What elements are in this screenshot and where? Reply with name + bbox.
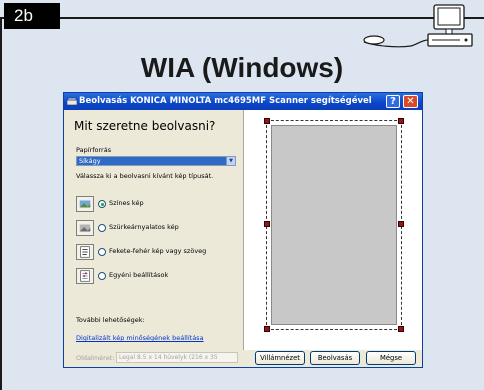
crop-handle[interactable] [264, 221, 270, 227]
custom-settings-label: Egyéni beállítások [109, 271, 169, 279]
page-heading: WIA (Windows) [140, 52, 344, 83]
picture-type-option[interactable]: Egyéni beállítások [76, 268, 236, 284]
bw-text-label: Fekete-fehér kép vagy szöveg [109, 247, 207, 255]
dialog-footer: Oldalméret: Legal 8.5 x 14 hüvelyk (216 … [64, 350, 422, 368]
crop-handle[interactable] [398, 221, 404, 227]
picture-type-option[interactable]: Színes kép [76, 196, 236, 212]
dialog-titlebar[interactable]: Beolvasás KONICA MINOLTA mc4695MF Scanne… [64, 93, 422, 110]
help-button[interactable]: ? [386, 95, 400, 108]
custom-settings-radio[interactable] [98, 272, 106, 280]
options-pane: Mit szeretne beolvasni? Papírforrás Síká… [64, 110, 240, 350]
crop-handle[interactable] [398, 118, 404, 124]
grayscale-picture-label: Szürkeárnyalatos kép [109, 223, 179, 231]
adjust-quality-link[interactable]: Digitalizált kép minőségének beállítása [76, 334, 204, 342]
crop-handle[interactable] [398, 326, 404, 332]
preview-page [264, 118, 404, 332]
page-size-label: Oldalméret: [76, 354, 115, 362]
scanner-icon [67, 97, 77, 106]
question-heading: Mit szeretne beolvasni? [74, 119, 216, 133]
paper-source-value: Síkágy [79, 157, 101, 165]
paper-source-select[interactable]: Síkágy ▼ [76, 156, 236, 166]
scan-dialog: Beolvasás KONICA MINOLTA mc4695MF Scanne… [63, 92, 423, 368]
more-options-label: További lehetőségek: [76, 316, 145, 324]
grayscale-picture-radio[interactable] [98, 224, 106, 232]
close-button[interactable]: ✕ [403, 95, 418, 108]
scan-button[interactable]: Beolvasás [310, 351, 360, 365]
bw-text-icon [76, 244, 94, 260]
cancel-button[interactable]: Mégse [366, 351, 416, 365]
picture-type-option[interactable]: Szürkeárnyalatos kép [76, 220, 236, 236]
crop-handle[interactable] [264, 118, 270, 124]
preview-pane [243, 110, 422, 350]
bw-text-radio[interactable] [98, 248, 106, 256]
picture-type-prompt: Válassza ki a beolvasni kívánt kép típus… [76, 172, 214, 180]
color-picture-icon [76, 196, 94, 212]
scan-area[interactable] [271, 125, 397, 325]
chevron-down-icon[interactable]: ▼ [226, 157, 235, 165]
step-badge: 2b [4, 3, 60, 29]
picture-type-option[interactable]: Fekete-fehér kép vagy szöveg [76, 244, 236, 260]
grayscale-picture-icon [76, 220, 94, 236]
page-size-select[interactable]: Legal 8.5 x 14 hüvelyk (216 x 35 [116, 352, 238, 363]
crop-handle[interactable] [264, 326, 270, 332]
color-picture-label: Színes kép [109, 199, 144, 207]
custom-settings-icon [76, 268, 94, 284]
color-picture-radio[interactable] [98, 200, 106, 208]
dialog-title: Beolvasás KONICA MINOLTA mc4695MF Scanne… [79, 96, 372, 106]
paper-source-label: Papírforrás [76, 146, 112, 154]
preview-button[interactable]: Villámnézet [255, 351, 305, 365]
manual-page: 2b WIA (Windows) Beolvasás KONICA MINOLT… [0, 0, 484, 390]
computer-illustration-icon [363, 4, 473, 48]
